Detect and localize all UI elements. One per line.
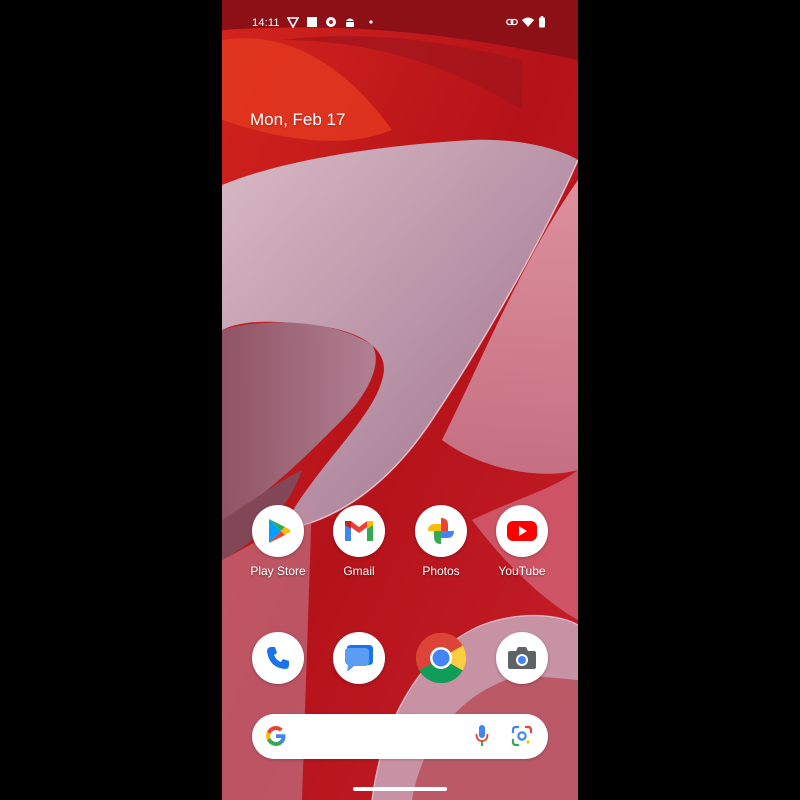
battery-icon	[539, 16, 545, 28]
chrome-app[interactable]	[403, 632, 479, 688]
link-icon	[506, 18, 518, 26]
settings-notification-icon	[326, 17, 336, 27]
app-label: YouTube	[498, 564, 546, 578]
phone-icon	[252, 632, 304, 684]
messages-app[interactable]	[321, 632, 397, 688]
messages-icon	[333, 632, 385, 684]
photos-app[interactable]: Photos	[403, 505, 479, 585]
chrome-icon	[415, 632, 467, 684]
lens-icon[interactable]	[511, 725, 533, 747]
google-g-icon	[266, 726, 286, 746]
gmail-icon	[333, 505, 385, 557]
google-search-bar[interactable]	[252, 714, 548, 759]
phone-app[interactable]	[240, 632, 316, 688]
camera-app[interactable]	[484, 632, 560, 688]
photos-icon	[415, 505, 467, 557]
android-notification-icon	[346, 18, 354, 27]
square-notification-icon	[307, 17, 317, 27]
wifi-icon	[522, 17, 534, 27]
date-widget[interactable]: Mon, Feb 17	[250, 110, 345, 130]
play-store-app[interactable]: Play Store	[240, 505, 316, 585]
mic-icon[interactable]	[475, 724, 489, 748]
vpn-shield-icon	[287, 17, 299, 28]
status-bar: 14:11	[222, 0, 578, 46]
status-time: 14:11	[252, 17, 280, 29]
app-label: Play Store	[250, 564, 306, 578]
gmail-app[interactable]: Gmail	[321, 505, 397, 585]
gesture-nav-handle[interactable]	[353, 787, 447, 791]
camera-icon	[496, 632, 548, 684]
youtube-icon	[496, 505, 548, 557]
dot-more-icon	[369, 20, 373, 24]
phone-screen: 14:11 Mon, Feb 17 Play Store Gmail Photo…	[222, 0, 578, 800]
app-label: Photos	[422, 564, 460, 578]
app-label: Gmail	[343, 564, 375, 578]
play-store-icon	[252, 505, 304, 557]
youtube-app[interactable]: YouTube	[484, 505, 560, 585]
